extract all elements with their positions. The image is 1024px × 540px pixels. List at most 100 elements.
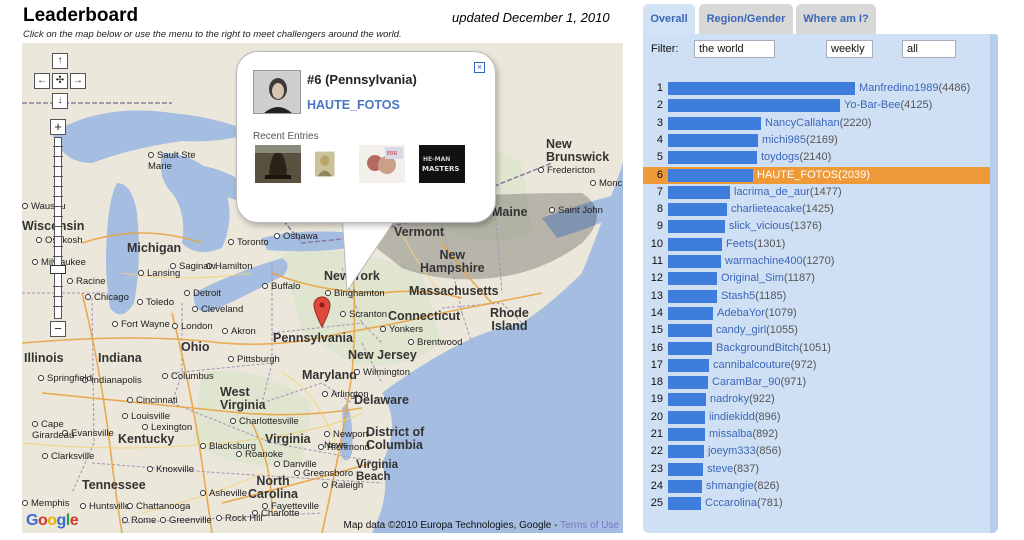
filter-period-select[interactable]: weekly: [826, 40, 873, 58]
recent-entry-thumb[interactable]: [255, 145, 301, 183]
leaderboard-user-link[interactable]: joeym333(856): [708, 445, 781, 457]
leaderboard-row[interactable]: 20 iindiekidd(896): [643, 409, 990, 426]
leaderboard-row[interactable]: 18 CaramBar_90(971): [643, 374, 990, 391]
pan-right-icon[interactable]: →: [70, 73, 86, 89]
map-label-new-brunswick: New Brunswick: [546, 137, 610, 164]
leaderboard-row[interactable]: 1 Manfredino1989(4486): [643, 80, 990, 97]
leaderboard-user-link[interactable]: lacrima_de_aur(1477): [734, 186, 842, 198]
pan-left-icon[interactable]: ←: [34, 73, 50, 89]
leaderboard-row[interactable]: 21 missalba(892): [643, 426, 990, 443]
leaderboard-row[interactable]: 17 cannibalcouture(972): [643, 357, 990, 374]
google-logo[interactable]: Google: [26, 512, 79, 530]
pan-up-icon[interactable]: ↑: [52, 53, 68, 69]
leaderboard-user-link[interactable]: michi985(2169): [762, 134, 838, 146]
leaderboard-user-link[interactable]: cannibalcouture(972): [713, 359, 816, 371]
leaderboard-row[interactable]: 19 nadroky(922): [643, 391, 990, 408]
terms-of-use-link[interactable]: Terms of Use: [560, 520, 619, 531]
filter-label: Filter:: [651, 43, 679, 55]
leaderboard-user-link[interactable]: Yo-Bar-Bee(4125): [844, 99, 932, 111]
leaderboard-row[interactable]: 7 lacrima_de_aur(1477): [643, 184, 990, 201]
leaderboard-user-link[interactable]: slick_vicious(1376): [729, 220, 822, 232]
leaderboard-user-link[interactable]: toydogs(2140): [761, 151, 831, 163]
bubble-username-link[interactable]: HAUTE_FOTOS: [307, 98, 400, 112]
leaderboard-user-link[interactable]: NancyCallahan(2220): [765, 117, 871, 129]
leaderboard-user-link[interactable]: warmachine400(1270): [725, 255, 834, 267]
leaderboard-user-link[interactable]: iindiekidd(896): [709, 411, 781, 423]
zoom-slider-handle[interactable]: [50, 265, 66, 274]
recent-entry-thumb[interactable]: [315, 145, 345, 183]
leaderboard-user-link[interactable]: BackgroundBitch(1051): [716, 342, 831, 354]
leaderboard-row[interactable]: 5 toydogs(2140): [643, 149, 990, 166]
tab-region-gender[interactable]: Region/Gender: [699, 4, 793, 34]
zoom-slider-track[interactable]: [53, 137, 63, 319]
map-label-chicago: Chicago: [85, 292, 129, 303]
leaderboard-rank: 12: [650, 272, 663, 285]
zoom-out-button[interactable]: −: [50, 321, 66, 337]
map-label-chattanooga: Chattanooga: [127, 501, 190, 512]
leaderboard-user-link[interactable]: AdebaYor(1079): [717, 307, 797, 319]
panel-scrollbar[interactable]: [990, 34, 998, 533]
leaderboard-row[interactable]: 22 joeym333(856): [643, 443, 990, 460]
close-icon[interactable]: ×: [474, 62, 485, 73]
recent-entry-thumb[interactable]: HE-MAN MASTERS: [419, 145, 465, 183]
leaderboard-user-link[interactable]: charlieteacake(1425): [731, 203, 834, 215]
leaderboard-user-link[interactable]: Feets(1301): [726, 238, 785, 250]
leaderboard-rank: 9: [656, 220, 663, 233]
map-label-buffalo: Buffalo: [262, 281, 300, 292]
tab-overall[interactable]: Overall: [643, 4, 695, 34]
leaderboard-user-link[interactable]: nadroky(922): [710, 393, 775, 405]
leaderboard-row[interactable]: 24 shmangie(826): [643, 478, 990, 495]
leaderboard-row[interactable]: 9 slick_vicious(1376): [643, 218, 990, 235]
leaderboard-row[interactable]: 16 BackgroundBitch(1051): [643, 340, 990, 357]
map-label-huntsville: Huntsville: [80, 501, 130, 512]
leaderboard-row[interactable]: 15 candy_girl(1055): [643, 322, 990, 339]
leaderboard-row[interactable]: 12 Original_Sim(1187): [643, 270, 990, 287]
leaderboard-row[interactable]: 23 steve(837): [643, 461, 990, 478]
leaderboard-row[interactable]: 13 Stash5(1185): [643, 288, 990, 305]
leaderboard-rank: 7: [656, 185, 663, 198]
leaderboard-rank: 2: [656, 99, 663, 112]
leaderboard-user-link[interactable]: CaramBar_90(971): [712, 376, 806, 388]
recent-entry-thumb[interactable]: ERR: [359, 145, 405, 183]
map-label-kentucky: Kentucky: [118, 432, 175, 446]
map-label-new-hampshire: New Hampshire: [420, 248, 485, 275]
challenger-map[interactable]: New Brunswick Fredericton Monc Saint Joh…: [22, 43, 623, 533]
leaderboard-rank: 16: [650, 341, 663, 354]
filter-scope-select[interactable]: all: [902, 40, 956, 58]
leaderboard-user-link[interactable]: Stash5(1185): [721, 290, 786, 302]
page-title: Leaderboard: [23, 5, 139, 26]
leaderboard-row[interactable]: 14 AdebaYor(1079): [643, 305, 990, 322]
leaderboard-user-link[interactable]: Original_Sim(1187): [721, 272, 815, 284]
map-label-racine: Racine: [67, 276, 106, 287]
leaderboard-row[interactable]: 8 charlieteacake(1425): [643, 201, 990, 218]
leaderboard-user-link[interactable]: steve(837): [707, 463, 759, 475]
leaderboard-user-link[interactable]: shmangie(826): [706, 480, 779, 492]
leaderboard-rank: 20: [650, 410, 663, 423]
leaderboard-user-link[interactable]: Cccarolina(781): [705, 497, 783, 509]
leaderboard-row[interactable]: 6 HAUTE_FOTOS(2039): [643, 166, 990, 184]
leaderboard-rank: 25: [650, 497, 663, 510]
leaderboard-user-link[interactable]: candy_girl(1055): [716, 324, 798, 336]
avatar[interactable]: [253, 70, 301, 114]
leaderboard-row[interactable]: 2 Yo-Bar-Bee(4125): [643, 97, 990, 114]
leaderboard-user-link[interactable]: Manfredino1989(4486): [859, 82, 970, 94]
map-label-memphis: Memphis: [22, 498, 70, 509]
map-label-new-jersey: New Jersey: [348, 348, 417, 362]
leaderboard-rank: 11: [651, 255, 663, 267]
filter-region-select[interactable]: the world: [694, 40, 775, 58]
map-label-indiana: Indiana: [98, 351, 142, 365]
leaderboard-row[interactable]: 10 Feets(1301): [643, 236, 990, 253]
leaderboard-row[interactable]: 11 warmachine400(1270): [643, 253, 990, 270]
leaderboard-user-link[interactable]: HAUTE_FOTOS(2039): [757, 169, 870, 181]
pan-down-icon[interactable]: ↓: [52, 93, 68, 109]
map-label-brentwood: Brentwood: [408, 337, 462, 348]
leaderboard-row[interactable]: 25 Cccarolina(781): [643, 495, 990, 512]
zoom-in-button[interactable]: +: [50, 119, 66, 135]
leaderboard-user-link[interactable]: missalba(892): [709, 428, 778, 440]
tab-where-am-i[interactable]: Where am I?: [796, 4, 876, 34]
map-label-saint-john: Saint John: [549, 205, 603, 216]
pan-center-icon[interactable]: ✣: [52, 73, 68, 89]
leaderboard-row[interactable]: 4 michi985(2169): [643, 132, 990, 149]
leaderboard-row[interactable]: 3 NancyCallahan(2220): [643, 115, 990, 132]
map-label-clarksville: Clarksville: [42, 451, 94, 462]
